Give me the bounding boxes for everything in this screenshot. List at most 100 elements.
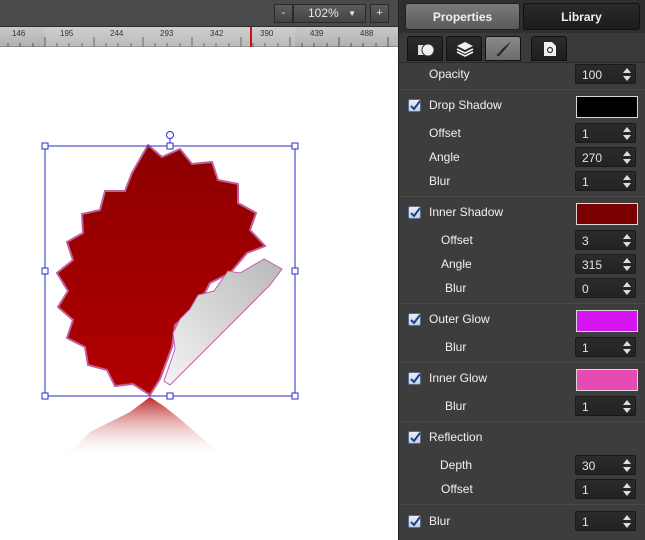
drop-shadow-angle-stepper[interactable]: 270 xyxy=(575,147,636,167)
subtab-effects[interactable] xyxy=(485,36,521,61)
blur-checkbox[interactable] xyxy=(408,515,421,528)
inner-shadow-checkbox[interactable] xyxy=(408,206,421,219)
inner-shadow-angle-stepper[interactable]: 315 xyxy=(575,254,636,274)
tab-library[interactable]: Library xyxy=(523,3,640,30)
drop-shadow-offset-stepper[interactable]: 1 xyxy=(575,123,636,143)
stepper-arrows-icon[interactable] xyxy=(622,149,632,166)
ruler-tick-label: 390 xyxy=(260,29,274,38)
outer-glow-label: Outer Glow xyxy=(429,312,490,326)
subtab-document[interactable] xyxy=(531,36,567,61)
horizontal-ruler[interactable]: 146 195 244 293 342 390 439 488 xyxy=(0,27,398,47)
reflection-offset-stepper[interactable]: 1 xyxy=(575,479,636,499)
outer-glow-checkbox[interactable] xyxy=(408,313,421,326)
inner-shadow-blur-label: Blur xyxy=(445,281,467,295)
stepper-arrows-icon[interactable] xyxy=(622,125,632,142)
panel-tab-bar: Properties Library xyxy=(399,0,645,33)
artwork-canvas[interactable] xyxy=(0,47,398,540)
resize-handle[interactable] xyxy=(166,142,174,150)
reflection-depth-value: 30 xyxy=(582,459,596,473)
reflection-offset-label: Offset xyxy=(441,482,473,496)
reflection-checkbox[interactable] xyxy=(408,431,421,444)
divider xyxy=(399,89,645,90)
reflection-depth-label: Depth xyxy=(440,458,473,472)
divider xyxy=(399,421,645,422)
drop-shadow-angle-value: 270 xyxy=(582,151,603,165)
inner-glow-blur-stepper[interactable]: 1 xyxy=(575,396,636,416)
stepper-arrows-icon[interactable] xyxy=(622,173,632,190)
resize-handle[interactable] xyxy=(291,392,299,400)
opacity-stepper[interactable]: 100 xyxy=(575,64,636,84)
inner-glow-blur-row: Blur 1 xyxy=(399,395,645,419)
inner-shadow-angle-label: Angle xyxy=(441,257,472,271)
ruler-tick-label: 342 xyxy=(210,29,224,38)
drop-shadow-blur-stepper[interactable]: 1 xyxy=(575,171,636,191)
outer-glow-color-swatch[interactable] xyxy=(576,310,638,332)
stepper-arrows-icon[interactable] xyxy=(622,457,632,474)
effects-brush-icon xyxy=(496,42,511,57)
canvas-area[interactable]: - 102% ▼ + 146 195 244 293 342 390 439 4… xyxy=(0,0,398,540)
inner-shadow-color-swatch[interactable] xyxy=(576,203,638,225)
zoom-in-button[interactable]: + xyxy=(370,4,389,23)
stepper-arrows-icon[interactable] xyxy=(622,232,632,249)
stepper-arrows-icon[interactable] xyxy=(622,513,632,530)
blur-value: 1 xyxy=(582,515,589,529)
outer-glow-blur-label: Blur xyxy=(445,340,467,354)
drop-shadow-blur-value: 1 xyxy=(582,175,589,189)
blur-stepper[interactable]: 1 xyxy=(575,511,636,531)
shape-style-icon xyxy=(418,43,435,57)
zoom-value: 102% xyxy=(308,6,339,20)
inner-shadow-label: Inner Shadow xyxy=(429,205,504,219)
outer-glow-blur-stepper[interactable]: 1 xyxy=(575,337,636,357)
inner-glow-color-swatch[interactable] xyxy=(576,369,638,391)
inner-shadow-offset-value: 3 xyxy=(582,234,589,248)
opacity-value: 100 xyxy=(582,68,603,82)
resize-handle[interactable] xyxy=(291,142,299,150)
stepper-arrows-icon[interactable] xyxy=(622,481,632,498)
inner-shadow-blur-stepper[interactable]: 0 xyxy=(575,278,636,298)
starburst-badge[interactable] xyxy=(55,143,267,397)
reflection-offset-value: 1 xyxy=(582,483,589,497)
ruler-tick-label: 293 xyxy=(160,29,174,38)
reflection-offset-row: Offset 1 xyxy=(399,478,645,502)
zoom-select[interactable]: 102% ▼ xyxy=(293,4,366,23)
drop-shadow-angle-label: Angle xyxy=(429,150,460,164)
zoom-toolbar: - 102% ▼ + xyxy=(0,0,398,27)
outer-glow-row: Outer Glow xyxy=(399,308,645,332)
inner-shadow-blur-row: Blur 0 xyxy=(399,277,645,301)
stepper-arrows-icon[interactable] xyxy=(622,339,632,356)
inner-shadow-offset-stepper[interactable]: 3 xyxy=(575,230,636,250)
divider xyxy=(399,362,645,363)
stepper-arrows-icon[interactable] xyxy=(622,398,632,415)
subtab-bar xyxy=(399,33,645,63)
drop-shadow-blur-label: Blur xyxy=(429,174,451,188)
drop-shadow-checkbox[interactable] xyxy=(408,99,421,112)
opacity-label: Opacity xyxy=(429,67,470,81)
ruler-tick-label: 439 xyxy=(310,29,324,38)
reflection-depth-stepper[interactable]: 30 xyxy=(575,455,636,475)
rotate-handle[interactable] xyxy=(166,131,174,139)
blur-label: Blur xyxy=(429,514,451,528)
drop-shadow-color-swatch[interactable] xyxy=(576,96,638,118)
inner-glow-blur-value: 1 xyxy=(582,400,589,414)
inner-shadow-offset-row: Offset 3 xyxy=(399,229,645,253)
properties-panel: Properties Library Opacity 100 Drop Shad… xyxy=(398,0,645,540)
resize-handle[interactable] xyxy=(41,267,49,275)
resize-handle[interactable] xyxy=(41,392,49,400)
inner-shadow-offset-label: Offset xyxy=(441,233,473,247)
document-settings-icon xyxy=(544,42,556,56)
resize-handle[interactable] xyxy=(166,392,174,400)
stepper-arrows-icon[interactable] xyxy=(622,66,632,83)
inner-shadow-row: Inner Shadow xyxy=(399,201,645,225)
tab-properties[interactable]: Properties xyxy=(405,3,520,30)
subtab-style[interactable] xyxy=(407,36,443,61)
subtab-layers[interactable] xyxy=(446,36,482,61)
inner-glow-checkbox[interactable] xyxy=(408,372,421,385)
resize-handle[interactable] xyxy=(291,267,299,275)
layers-icon xyxy=(456,42,474,57)
ruler-tick-label: 488 xyxy=(360,29,374,38)
stepper-arrows-icon[interactable] xyxy=(622,280,632,297)
stepper-arrows-icon[interactable] xyxy=(622,256,632,273)
zoom-out-button[interactable]: - xyxy=(274,4,293,23)
ruler-tick-label: 244 xyxy=(110,29,124,38)
resize-handle[interactable] xyxy=(41,142,49,150)
